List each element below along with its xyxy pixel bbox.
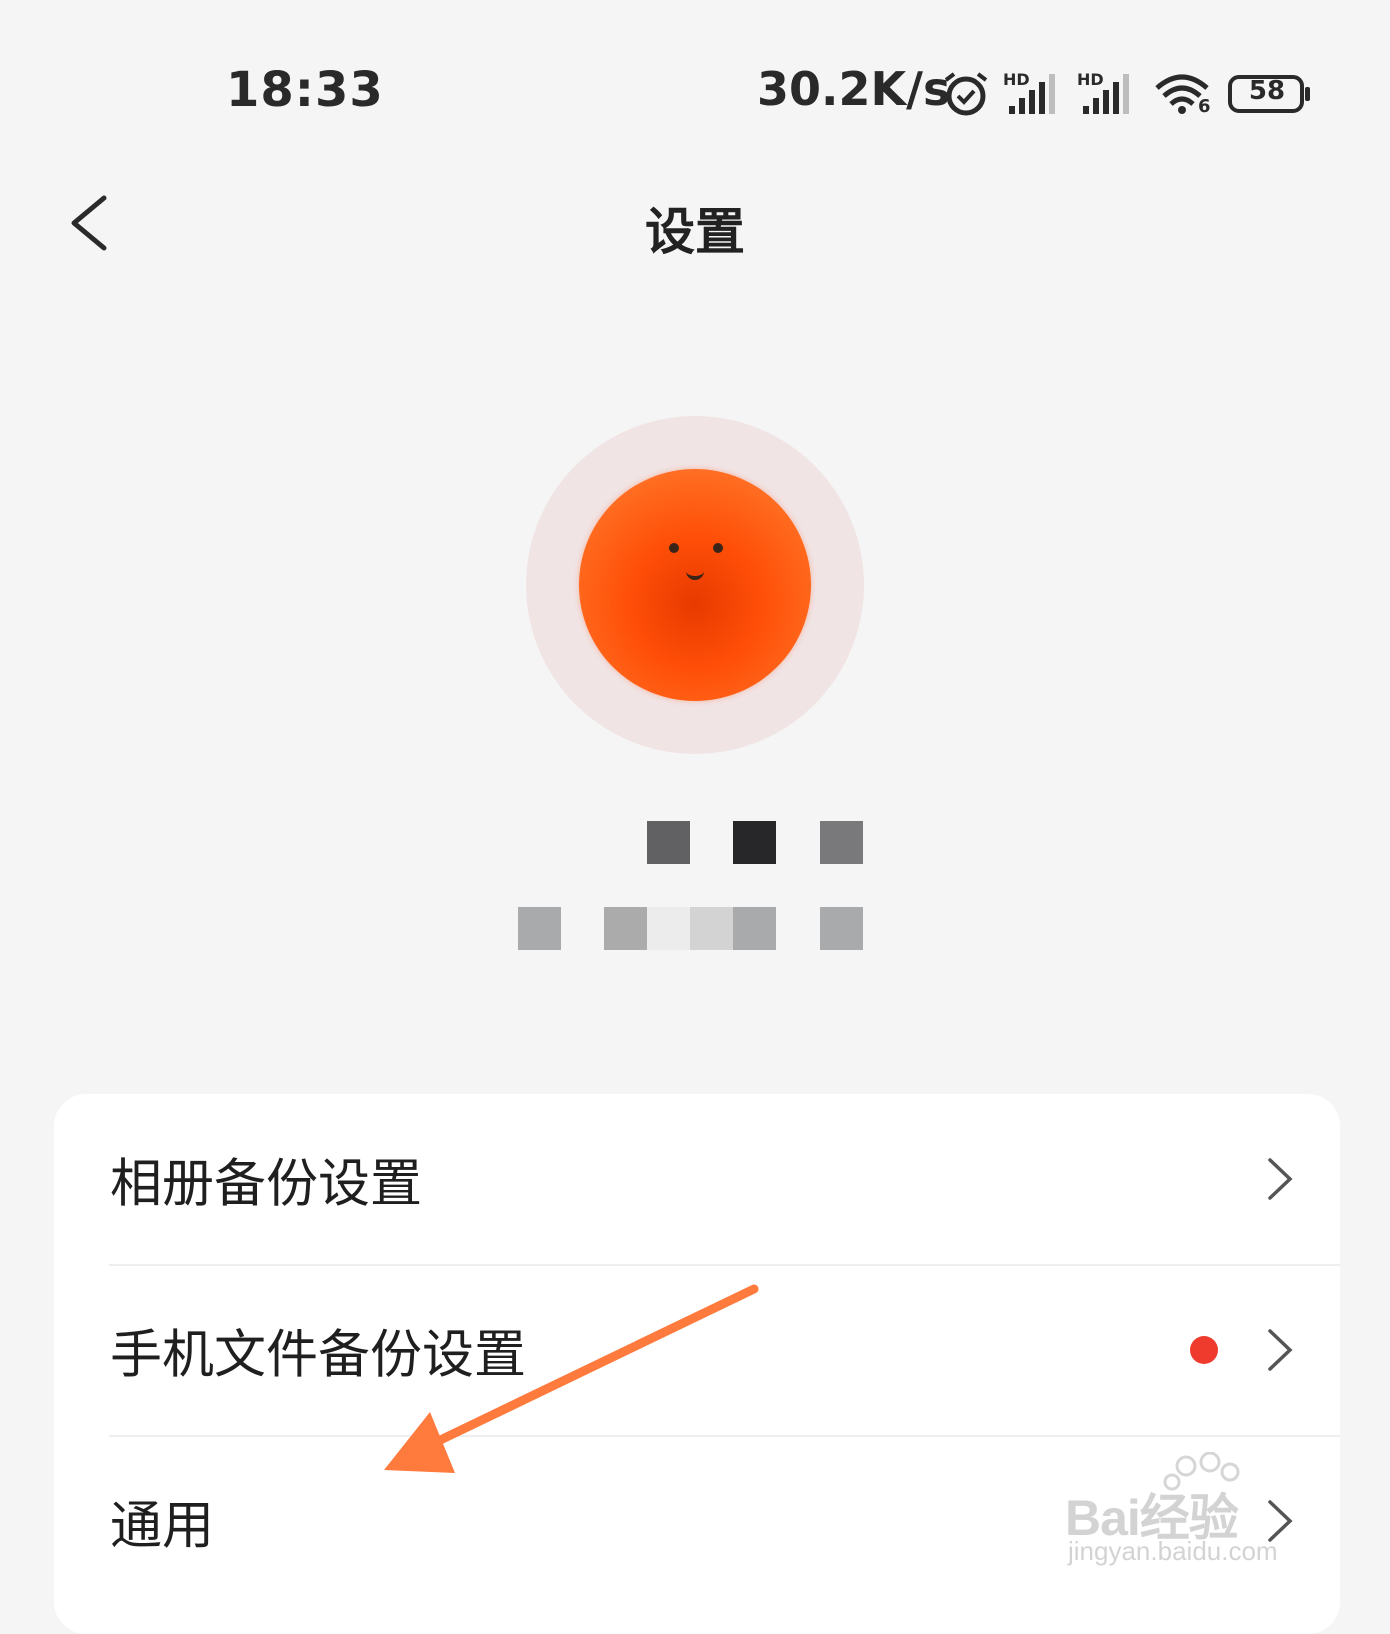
status-bar: 18:33 30.2K/s HD HD 6 58	[0, 0, 1390, 190]
battery-level: 58	[1248, 76, 1286, 106]
chevron-right-icon	[1268, 1329, 1293, 1371]
settings-item-label: 手机文件备份设置	[110, 1325, 527, 1386]
chevron-right-icon	[1268, 1158, 1293, 1200]
settings-item-file-backup[interactable]: 手机文件备份设置	[54, 1265, 1340, 1435]
status-time: 18:33	[226, 62, 384, 118]
settings-item-label: 相册备份设置	[110, 1154, 423, 1215]
notification-dot	[1190, 1336, 1218, 1364]
avatar-eye	[669, 543, 679, 553]
network-speed: 30.2K/s	[757, 62, 951, 116]
settings-item-label: 通用	[110, 1496, 215, 1557]
signal-icon	[1083, 74, 1129, 114]
signal-icon	[1009, 74, 1055, 114]
page-title: 设置	[645, 203, 745, 261]
alarm-icon	[944, 72, 988, 116]
avatar[interactable]	[579, 469, 811, 701]
watermark-sub: jingyan.baidu.com	[1068, 1536, 1278, 1566]
settings-item-album-backup[interactable]: 相册备份设置	[54, 1094, 1340, 1264]
wifi-label: 6	[1198, 96, 1211, 117]
avatar-eye	[713, 543, 723, 553]
